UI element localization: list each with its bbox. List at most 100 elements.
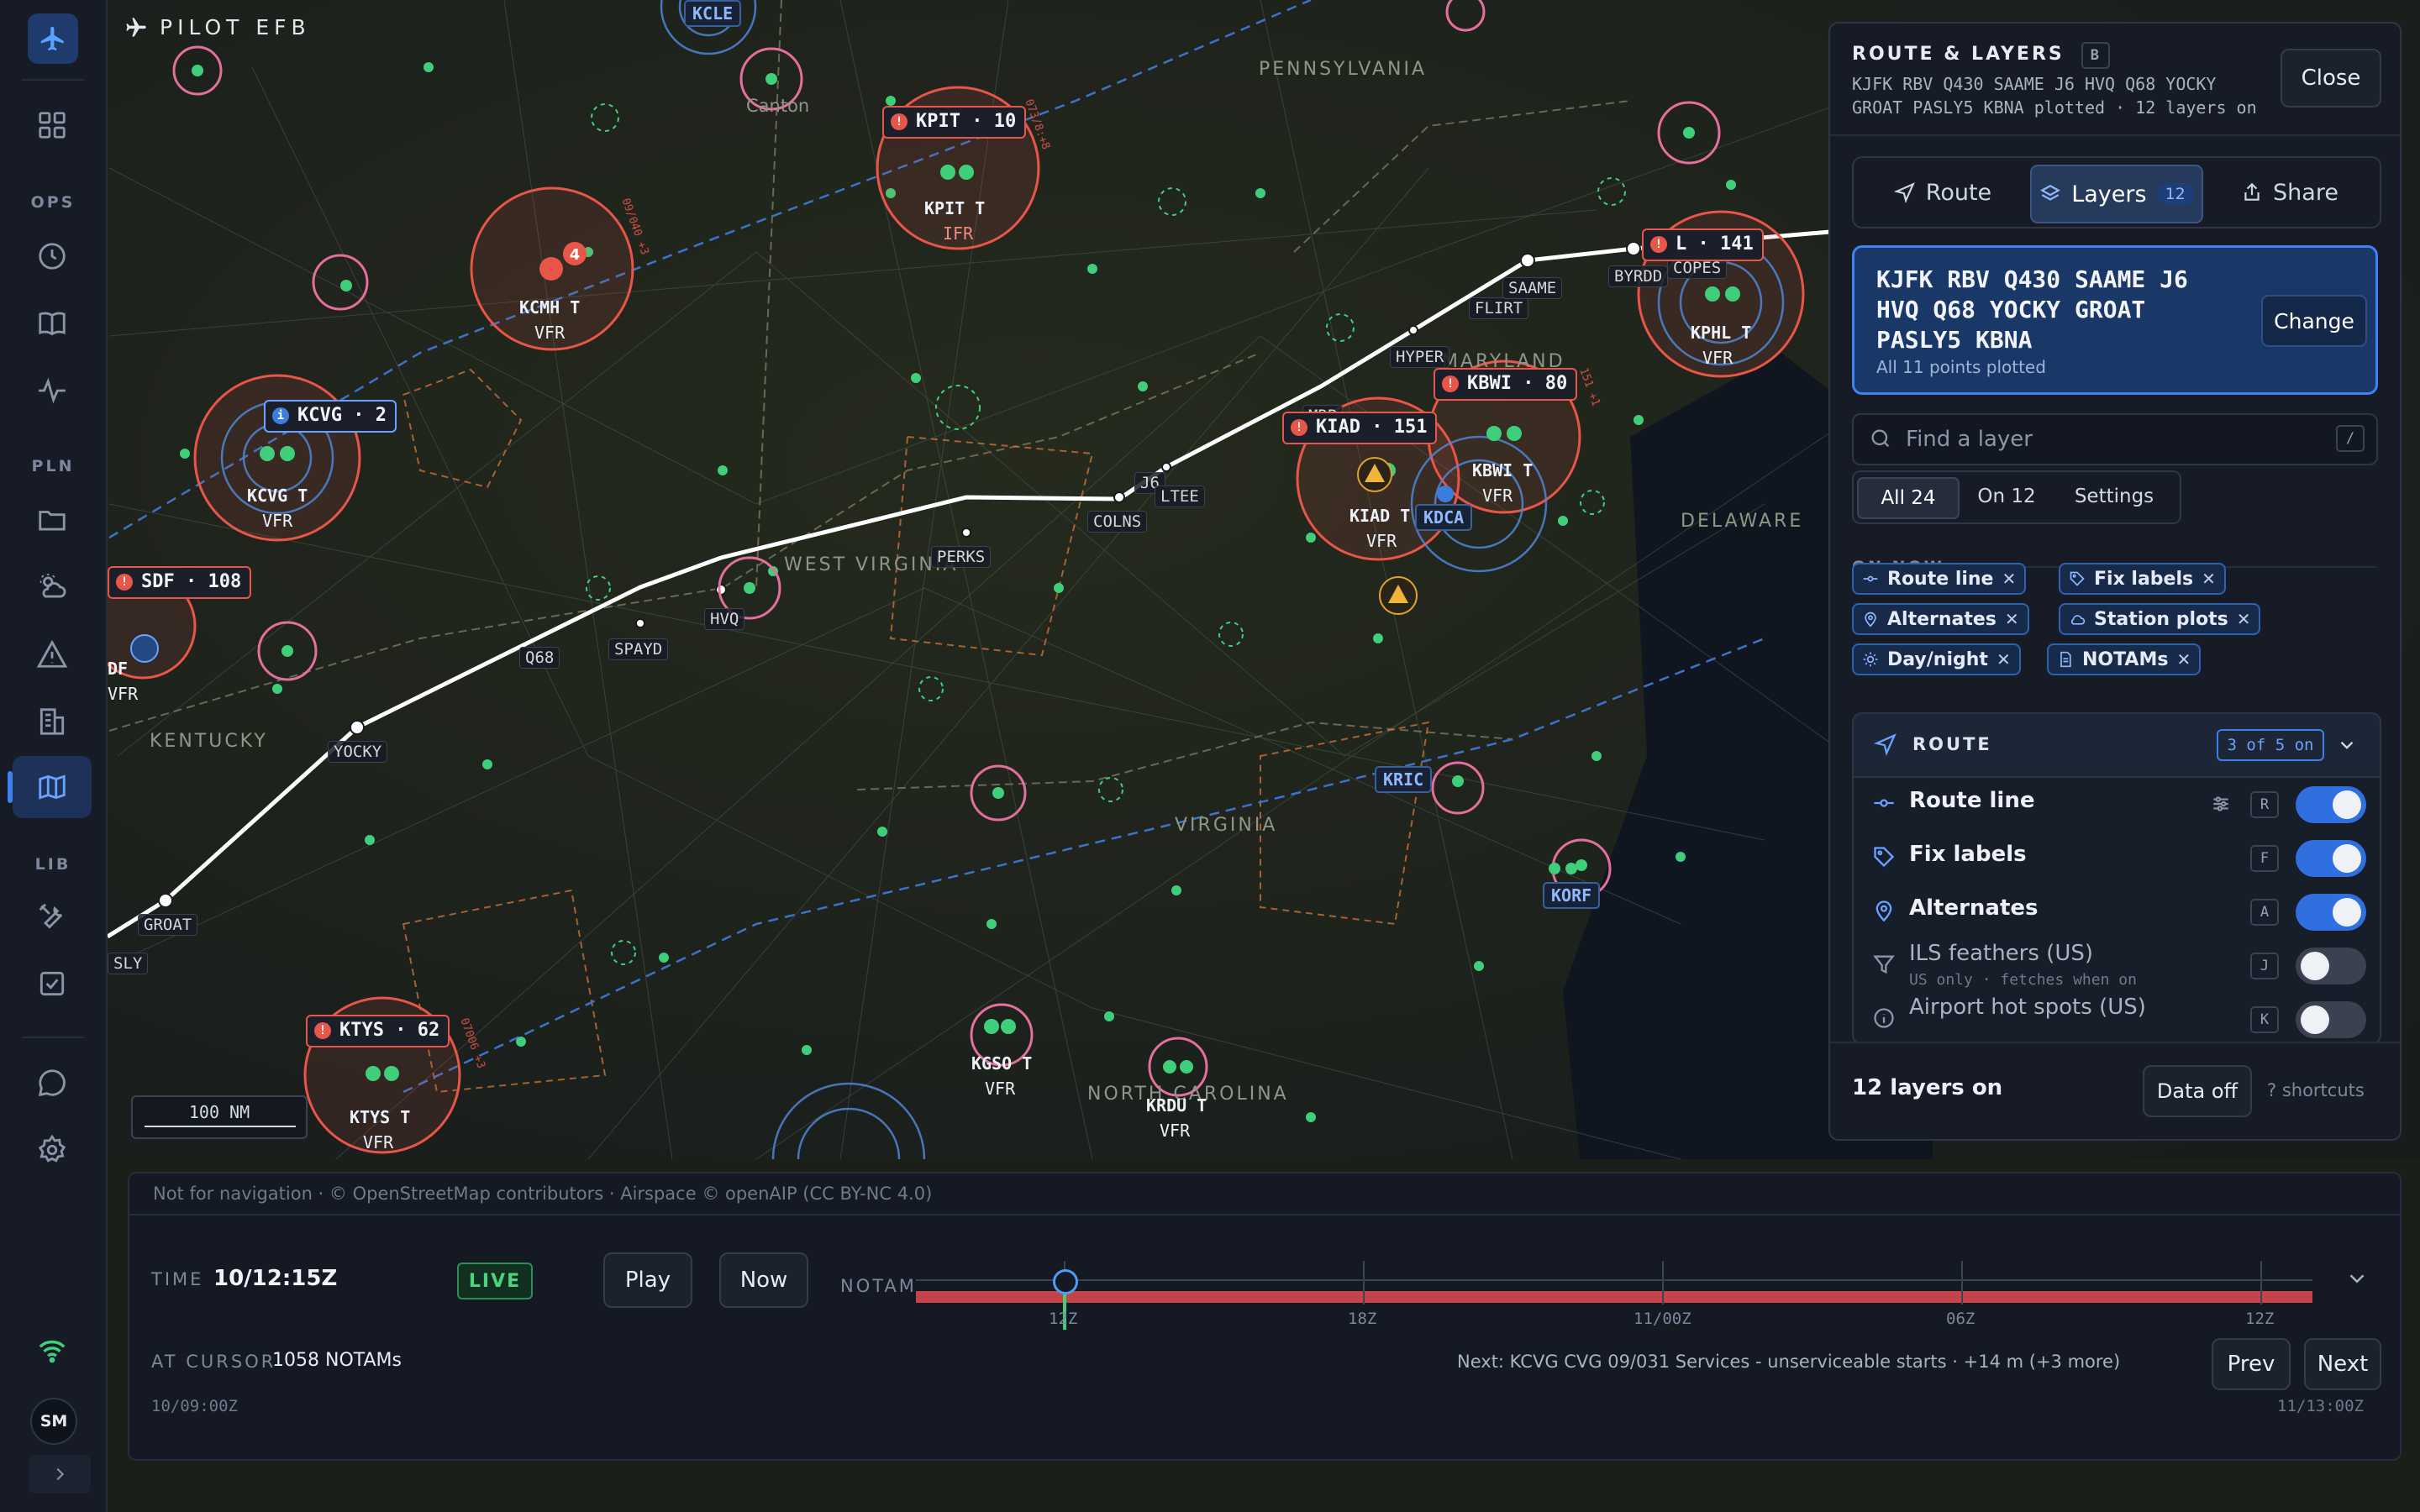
checklist-button[interactable] (13, 953, 92, 1015)
airport-badge[interactable]: ! KIAD · 151 (1282, 412, 1438, 444)
tab-route[interactable]: Route (1860, 165, 2025, 220)
tick-2 (1363, 1261, 1365, 1305)
remove-chip-icon[interactable]: ✕ (1996, 649, 2011, 669)
flight-category: VFR (363, 1132, 394, 1152)
shortcuts-hint[interactable]: ? shortcuts (2267, 1080, 2365, 1100)
close-button[interactable]: Close (2281, 49, 2381, 108)
folder-button[interactable] (13, 489, 92, 551)
airport-badge[interactable]: ! KTYS · 62 (306, 1015, 450, 1047)
layer-row-ils-feathers[interactable]: ILS feathers (US) US only · fetches when… (1854, 937, 2380, 991)
prev-button[interactable]: Prev (2212, 1338, 2291, 1390)
tab-share[interactable]: Share (2207, 165, 2373, 220)
chip-alternates[interactable]: Alternates ✕ (1852, 603, 2029, 635)
clock-icon (39, 243, 66, 270)
airport-name: DF (108, 659, 129, 679)
remove-chip-icon[interactable]: ✕ (2005, 609, 2019, 629)
app-logo-button[interactable] (28, 13, 78, 64)
layer-label: Fix labels (1909, 842, 2027, 867)
chip-station-plots[interactable]: Station plots ✕ (2059, 603, 2261, 635)
chip-notams[interactable]: NOTAMs ✕ (2047, 643, 2202, 675)
fix-label: SAAME (1502, 277, 1563, 299)
alerts-button[interactable] (13, 623, 92, 685)
tools-button[interactable] (13, 885, 92, 948)
filter-settings[interactable]: Settings (2055, 477, 2173, 516)
airport-badge-text: L · 141 (1676, 234, 1754, 255)
activity-button[interactable] (13, 360, 92, 422)
layer-search-input[interactable]: Find a layer / (1852, 413, 2378, 465)
chat-button[interactable] (13, 1052, 92, 1114)
search-shortcut-key: / (2336, 425, 2365, 452)
flight-category: VFR (534, 323, 566, 343)
play-button[interactable]: Play (603, 1252, 692, 1308)
layer-toggle[interactable] (2296, 894, 2366, 931)
remove-chip-icon[interactable]: ✕ (2002, 569, 2016, 589)
chat-icon (38, 1069, 66, 1097)
airport-badge[interactable]: ! KPIT · 10 (882, 106, 1027, 139)
facilities-button[interactable] (13, 690, 92, 753)
navigation-icon (1874, 733, 1897, 756)
logbook-button[interactable] (13, 292, 92, 354)
remove-chip-icon[interactable]: ✕ (2237, 609, 2251, 629)
user-avatar[interactable]: SM (30, 1398, 77, 1445)
now-button[interactable]: Now (719, 1252, 808, 1308)
layer-toggle[interactable] (2296, 1001, 2366, 1038)
next-button[interactable]: Next (2304, 1338, 2381, 1390)
dashboard-button[interactable] (13, 94, 92, 156)
time-cursor-handle[interactable] (1053, 1269, 1078, 1294)
tick-5 (2260, 1261, 2262, 1305)
live-badge[interactable]: LIVE (457, 1263, 533, 1299)
chip-fix-labels[interactable]: Fix labels ✕ (2059, 563, 2226, 595)
checkbox-icon (39, 971, 65, 996)
layer-toggle[interactable] (2296, 948, 2366, 984)
layer-row-route-line[interactable]: Route line R (1854, 776, 2380, 830)
remove-chip-icon[interactable]: ✕ (2176, 649, 2191, 669)
chevron-down-icon[interactable] (2336, 734, 2358, 756)
fix-label: YOCKY (328, 741, 388, 763)
layer-label: Route line (1909, 788, 2035, 813)
layer-toggle[interactable] (2296, 840, 2366, 877)
layer-row-fix-labels[interactable]: Fix labels F (1854, 830, 2380, 884)
tab-route-label: Route (1925, 179, 1992, 206)
airport-badge[interactable]: ! SDF · 108 (108, 566, 252, 599)
map-button[interactable] (8, 756, 92, 818)
fix-label: FLIRT (1469, 297, 1529, 319)
chip-route-line[interactable]: Route line ✕ (1852, 563, 2027, 595)
change-route-button[interactable]: Change (2261, 295, 2367, 347)
sliders-icon[interactable] (2210, 793, 2232, 815)
notam-track[interactable] (916, 1261, 2312, 1330)
layer-row-hot-spots[interactable]: Airport hot spots (US) K (1854, 991, 2380, 1043)
expand-rail-button[interactable] (29, 1455, 91, 1494)
tools-icon (39, 903, 63, 929)
remove-chip-icon[interactable]: ✕ (2202, 569, 2216, 589)
airport-badge[interactable]: ! L · 141 (1642, 228, 1764, 261)
chevron-right-icon (56, 1467, 65, 1481)
airport-id-label: KRIC (1375, 766, 1433, 793)
weather-button[interactable] (13, 556, 92, 618)
airport-name: KPIT T (924, 198, 986, 218)
data-off-button[interactable]: Data off (2143, 1065, 2252, 1117)
settings-button[interactable] (13, 1119, 92, 1181)
connectivity-indicator (13, 1327, 92, 1374)
filter-on[interactable]: On 12 (1963, 477, 2050, 516)
group-header[interactable]: ROUTE 3 of 5 on (1854, 714, 2380, 778)
airport-id-label: KCLE (684, 0, 742, 27)
tab-layers[interactable]: Layers 12 (2030, 165, 2203, 223)
region-label: VIRGINIA (1175, 815, 1278, 836)
layer-toggle[interactable] (2296, 786, 2366, 823)
chip-day-night[interactable]: Day/night ✕ (1852, 643, 2021, 675)
tag-icon (1874, 847, 1895, 868)
airport-badge[interactable]: ! KBWI · 80 (1434, 368, 1578, 401)
flight-category: VFR (1160, 1121, 1191, 1141)
clock-button[interactable] (13, 225, 92, 287)
airport-badge[interactable]: i KCVG · 2 (264, 400, 397, 433)
collapse-timeline-button[interactable] (2344, 1266, 2370, 1294)
search-placeholder: Find a layer (1906, 427, 2033, 452)
layer-row-alternates[interactable]: Alternates A (1854, 884, 2380, 937)
tick-label-5: 12Z (2245, 1310, 2275, 1328)
cloud-icon (2070, 615, 2086, 625)
time-label: TIME (151, 1269, 204, 1289)
airplane-icon (40, 26, 64, 51)
flight-category: VFR (1366, 531, 1397, 551)
filter-all[interactable]: All 24 (1857, 477, 1960, 519)
city-label: Canton (746, 96, 810, 116)
